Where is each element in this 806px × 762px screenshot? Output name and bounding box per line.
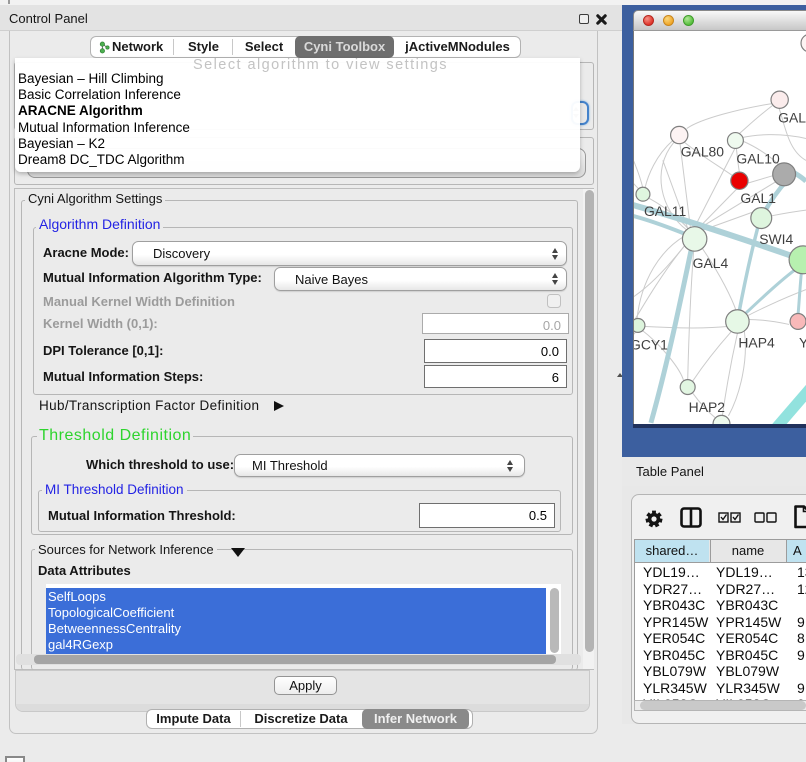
svg-text:GAL2: GAL2 (778, 110, 806, 126)
svg-text:HAP2: HAP2 (689, 399, 726, 415)
svg-text:GAL10: GAL10 (736, 150, 780, 166)
svg-text:YD: YD (799, 334, 806, 350)
svg-text:GCY1: GCY1 (633, 336, 668, 352)
svg-text:GAL11: GAL11 (644, 203, 687, 219)
svg-text:SWI4: SWI4 (759, 231, 793, 247)
svg-text:HAP4: HAP4 (738, 334, 775, 350)
svg-text:GAL1: GAL1 (740, 190, 776, 206)
svg-text:GAL4: GAL4 (693, 255, 729, 271)
svg-text:GAL80: GAL80 (681, 143, 725, 159)
